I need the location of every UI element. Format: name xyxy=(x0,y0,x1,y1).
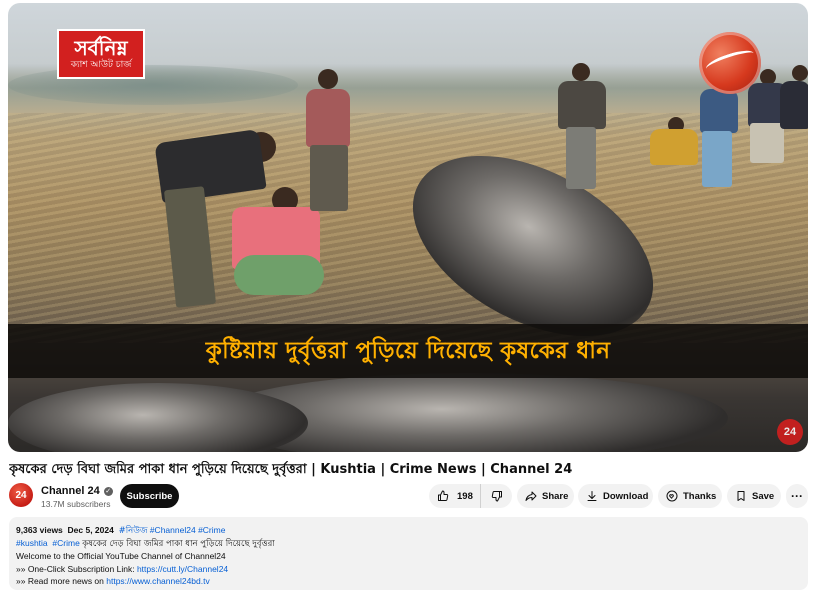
sponsor-logo-title: সর্বনিম্ন xyxy=(74,36,128,60)
like-dislike-group: 198 xyxy=(429,484,512,508)
channel-globe-logo xyxy=(699,32,761,94)
news-website-link[interactable]: https://www.channel24bd.tv xyxy=(106,576,209,586)
globe-swoosh xyxy=(704,46,756,76)
channel-watermark-badge: 24 xyxy=(777,419,803,445)
hashtag-link[interactable]: #kushtia xyxy=(16,538,48,548)
video-title: কৃষকের দেড় বিঘা জমির পাকা ধান পুড়িয়ে … xyxy=(9,462,573,477)
thanks-label: Thanks xyxy=(683,490,717,502)
description-stats-line: 9,363 views Dec 5, 2024 #নিউজ #Channel24… xyxy=(16,524,801,537)
download-button[interactable]: Download xyxy=(578,484,653,508)
share-button[interactable]: Share xyxy=(517,484,574,508)
description-welcome: Welcome to the Official YouTube Channel … xyxy=(16,551,226,562)
news-link-label: »» Read more news on xyxy=(16,575,107,586)
news-caption-text: কুষ্টিয়ায় দুর্বৃত্তরা পুড়িয়ে দিয়েছে… xyxy=(205,337,611,364)
description-news-line: »» Read more news on https://www.channel… xyxy=(16,575,801,587)
like-button[interactable]: 198 xyxy=(429,484,481,508)
verified-check-icon: ✓ xyxy=(103,486,113,496)
sponsor-logo-subtitle: ক্যাশ আউট চার্জ xyxy=(70,60,132,70)
video-person-standing xyxy=(554,61,610,193)
sponsor-logo-badge: সর্বনিম্ন ক্যাশ আউট চার্জ xyxy=(57,29,145,79)
channel-name[interactable]: Channel 24 xyxy=(41,485,100,497)
subscribe-button[interactable]: Subscribe xyxy=(120,484,179,508)
video-player[interactable]: সর্বনিম্ন ক্যাশ আউট চার্জ কুষ্টিয়ায় দু… xyxy=(8,3,808,452)
more-actions-button[interactable]: ··· xyxy=(786,484,808,508)
channel-avatar[interactable]: 24 xyxy=(9,483,33,507)
share-label: Share xyxy=(542,490,569,502)
subscription-link[interactable]: https://cutt.ly/Channel24 xyxy=(137,564,228,574)
subscription-link-label: »» One-Click Subscription Link: xyxy=(16,563,137,574)
description-hashtag-line: #kushtia #Crime কৃষকের দেড় বিঘা জমির পা… xyxy=(16,537,801,550)
description-headline: কৃষকের দেড় বিঘা জমির পাকা ধান পুড়িয়ে … xyxy=(82,539,275,550)
upload-date: Dec 5, 2024 xyxy=(67,525,114,535)
description-box[interactable]: 9,363 views Dec 5, 2024 #নিউজ #Channel24… xyxy=(9,517,808,590)
news-caption-band: কুষ্টিয়ায় দুর্বৃত্তরা পুড়িয়ে দিয়েছে… xyxy=(8,324,808,378)
hashtag-link[interactable]: #Crime xyxy=(52,538,79,548)
thumbs-up-icon xyxy=(438,490,449,501)
thumbs-down-icon xyxy=(491,491,502,502)
hashtag-link[interactable]: #Channel24 xyxy=(150,525,196,535)
hashtag-link[interactable]: #নিউজ xyxy=(119,526,148,536)
channel-name-row[interactable]: Channel 24 ✓ xyxy=(41,485,113,497)
thanks-button[interactable]: Thanks xyxy=(658,484,722,508)
like-count: 198 xyxy=(457,490,473,502)
hashtag-link[interactable]: #Crime xyxy=(198,525,225,535)
subscriber-count: 13.7M subscribers xyxy=(41,499,111,509)
save-button[interactable]: Save xyxy=(727,484,781,508)
dislike-button[interactable] xyxy=(481,484,512,508)
video-treeline xyxy=(8,65,298,105)
thanks-heart-icon xyxy=(666,490,678,502)
download-icon xyxy=(587,491,597,501)
save-label: Save xyxy=(752,490,775,502)
video-person-standing xyxy=(300,67,360,217)
download-label: Download xyxy=(603,490,649,502)
view-count: 9,363 views xyxy=(16,525,63,535)
bookmark-icon xyxy=(737,491,745,501)
description-subscription-line: »» One-Click Subscription Link: https://… xyxy=(16,563,801,575)
share-arrow-icon xyxy=(525,491,537,501)
